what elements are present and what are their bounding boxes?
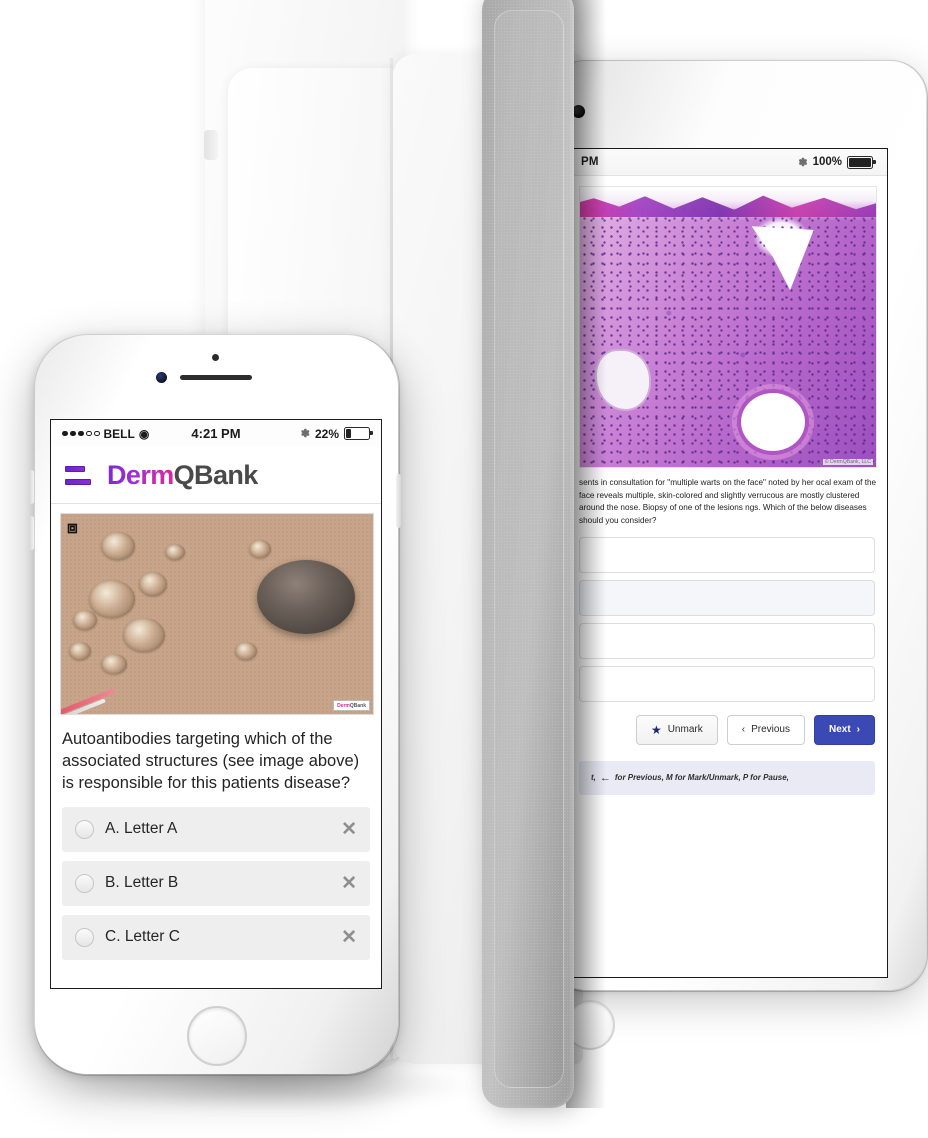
phone-earpiece-speaker <box>180 375 252 380</box>
option-b-label: B. Letter B <box>105 874 330 892</box>
hint-text: for Previous, M for Mark/Unmark, P for P… <box>614 773 789 783</box>
star-icon: ★ <box>650 722 662 737</box>
cross-out-icon[interactable]: ✕ <box>341 820 357 839</box>
phone-option-b[interactable]: B. Letter B ✕ <box>62 860 370 906</box>
tablet-cover-flap-inner-edge <box>494 10 564 1088</box>
phone-clinical-image[interactable]: ⧈ Derm QBank <box>60 513 374 715</box>
battery-icon <box>847 155 876 169</box>
expand-fullscreen-icon[interactable]: ⧈ <box>67 519 85 537</box>
phone-status-bar: BELL ◉ 4:21 PM ✽ 22% <box>51 420 381 447</box>
tablet-histology-image[interactable]: © DermQBank, LLC <box>579 186 877 468</box>
tablet-status-bar: PM ✽ 100% <box>567 149 887 176</box>
radio-button-c[interactable] <box>75 927 94 947</box>
unmark-button-label: Unmark <box>667 724 703 736</box>
app-brand-title: Derm QBank <box>107 460 258 491</box>
chevron-left-icon: ‹ <box>741 724 746 736</box>
phone-front-camera-icon <box>156 372 167 383</box>
scene: PM ✽ 100% © DermQBank, LLC sents in <box>0 0 928 1138</box>
option-b-letter: B. <box>105 874 120 892</box>
tablet-battery-percent: 100% <box>812 156 842 168</box>
bluetooth-icon: ✽ <box>798 156 808 169</box>
battery-icon <box>344 427 373 440</box>
carrier-label: BELL <box>103 426 135 441</box>
phone-volume-up-button[interactable] <box>29 470 34 504</box>
lesion-papule <box>123 618 165 652</box>
tablet-image-watermark: © DermQBank, LLC <box>822 459 873 465</box>
lesion-papule <box>139 572 167 596</box>
histology-horn-cyst <box>736 388 809 455</box>
radio-button-a[interactable] <box>75 819 94 839</box>
wifi-icon: ◉ <box>138 426 150 441</box>
next-button-label: Next <box>828 724 851 736</box>
chevron-right-icon: › <box>856 724 860 736</box>
phone-answer-options: A. Letter A ✕ B. Letter B ✕ C. Letter C <box>62 806 370 960</box>
previous-button[interactable]: ‹ Previous <box>726 714 805 745</box>
bluetooth-icon: ✽ <box>300 428 310 440</box>
cross-out-icon[interactable]: ✕ <box>341 928 357 947</box>
previous-button-label: Previous <box>751 724 790 736</box>
watermark-derm: Derm <box>337 702 350 709</box>
brand-derm: Derm <box>107 459 174 490</box>
hamburger-menu-icon[interactable] <box>65 465 91 485</box>
histology-slide-graphic <box>580 187 876 467</box>
lesion-papule <box>73 610 97 630</box>
tablet-action-bar: ★ Unmark ‹ Previous Next › <box>579 714 875 745</box>
next-button[interactable]: Next › <box>813 714 875 745</box>
tablet-option-2[interactable] <box>579 579 875 616</box>
option-b-text: Letter B <box>123 874 179 892</box>
tablet-option-3[interactable] <box>579 622 875 659</box>
option-a-text: Letter A <box>123 820 178 838</box>
radio-button-b[interactable] <box>75 873 94 893</box>
phone-image-watermark: Derm QBank <box>333 700 370 711</box>
tablet-answer-options <box>579 536 875 702</box>
phone-option-a[interactable]: A. Letter A ✕ <box>62 806 370 852</box>
phone-battery-percent: 22% <box>314 426 339 441</box>
phone-question-text: Autoantibodies targeting which of the as… <box>62 730 360 792</box>
tablet-content: © DermQBank, LLC sents in consultation f… <box>567 176 887 795</box>
watermark-qbank: QBank <box>349 702 366 709</box>
phone-app-header: Derm QBank <box>51 447 381 504</box>
option-c-text: Letter C <box>124 928 180 946</box>
phone-volume-down-button[interactable] <box>29 516 34 550</box>
tablet-question-text: sents in consultation for "multiple wart… <box>579 478 877 526</box>
keyboard-shortcut-hint: t, ← for Previous, M for Mark/Unmark, P … <box>579 760 875 795</box>
signal-strength-icon <box>62 430 100 437</box>
tablet-option-4[interactable] <box>579 665 875 702</box>
lesion-papule <box>101 654 127 674</box>
phone-screen: BELL ◉ 4:21 PM ✽ 22% Derm QBank ⧈ Derm Q… <box>50 419 382 989</box>
brand-qbank: QBank <box>173 459 259 490</box>
cross-out-icon[interactable]: ✕ <box>341 874 357 893</box>
option-c-label: C. Letter C <box>105 928 330 946</box>
lesion-papule <box>249 540 271 558</box>
lesion-papule <box>165 544 185 560</box>
lesion-papule <box>235 642 257 660</box>
lesion-papule <box>89 580 135 618</box>
histology-nuclei-texture <box>580 187 876 467</box>
smart-cover-hinge-nub <box>204 130 218 160</box>
phone-proximity-sensor-icon <box>212 354 219 361</box>
lesion-nodule <box>257 560 355 634</box>
tablet-option-1[interactable] <box>579 536 875 573</box>
phone-option-c[interactable]: C. Letter C ✕ <box>62 914 370 960</box>
phone-power-button[interactable] <box>396 474 401 528</box>
unmark-button[interactable]: ★ Unmark <box>635 714 718 745</box>
option-a-label: A. Letter A <box>105 820 330 838</box>
lesion-papule <box>69 642 91 660</box>
option-c-letter: C. <box>105 928 121 946</box>
option-a-letter: A. <box>105 820 120 838</box>
tablet-screen: PM ✽ 100% © DermQBank, LLC sents in <box>566 148 888 978</box>
lesion-papule <box>101 532 135 560</box>
phone-home-button[interactable] <box>187 1006 247 1066</box>
clinical-photo-graphic <box>61 514 373 714</box>
